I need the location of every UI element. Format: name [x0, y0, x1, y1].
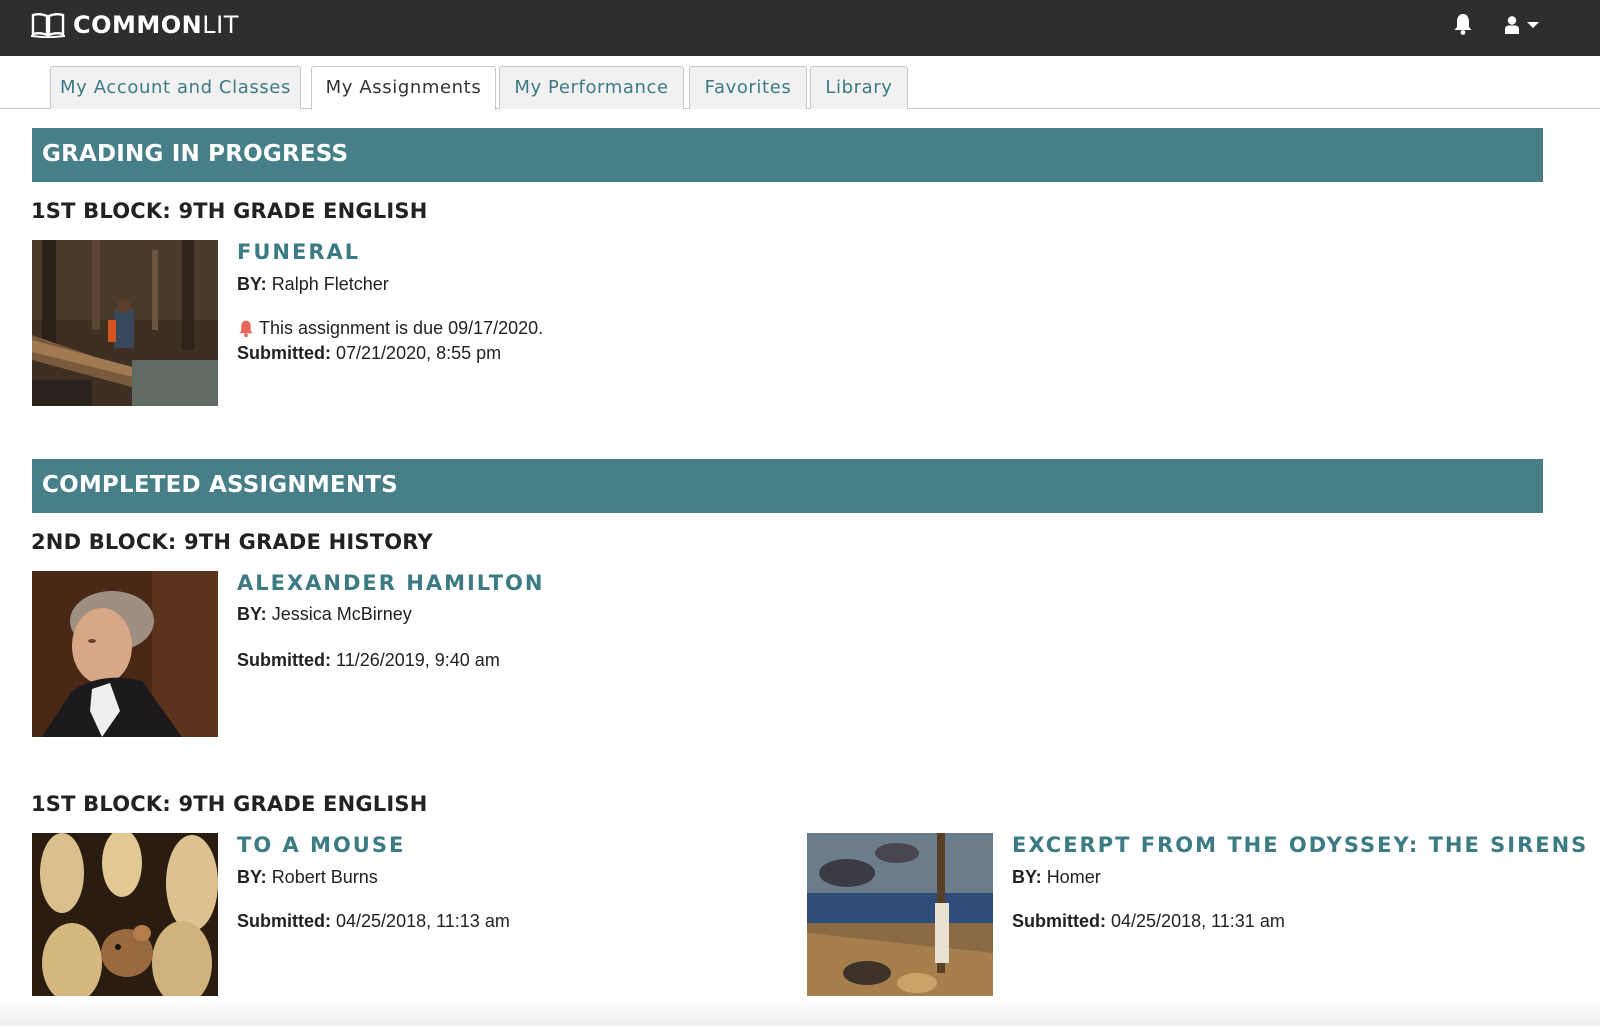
funeral-thumbnail-image[interactable] — [32, 240, 218, 406]
completed-assignments-header: COMPLETED ASSIGNMENTS — [32, 459, 1543, 513]
assignment-author: BY: Ralph Fletcher — [237, 274, 389, 294]
top-navigation-bar: COMMONLIT — [0, 0, 1600, 56]
commonlit-logo[interactable]: COMMONLIT — [31, 10, 239, 40]
due-bell-icon — [239, 320, 253, 338]
submitted-date: Submitted: 04/25/2018, 11:31 am — [1012, 911, 1285, 931]
due-date-notice: This assignment is due 09/17/2020. — [237, 318, 543, 339]
tab-library[interactable]: Library — [810, 66, 908, 109]
assignment-title-alexander-hamilton[interactable]: ALEXANDER HAMILTON — [237, 571, 544, 595]
hamilton-thumbnail-image[interactable] — [32, 571, 218, 737]
tab-my-assignments[interactable]: My Assignments — [311, 66, 496, 110]
to-a-mouse-thumbnail-image[interactable] — [32, 833, 218, 999]
user-icon — [1505, 16, 1519, 34]
assignment-author: BY: Robert Burns — [237, 867, 378, 887]
class-title: 1ST BLOCK: 9TH GRADE ENGLISH — [31, 792, 428, 816]
caret-down-icon — [1527, 22, 1539, 28]
open-book-icon — [31, 13, 65, 38]
submitted-date: Submitted: 11/26/2019, 9:40 am — [237, 650, 500, 670]
tab-my-account-and-classes[interactable]: My Account and Classes — [50, 66, 301, 109]
assignment-author: BY: Jessica McBirney — [237, 604, 412, 624]
grading-in-progress-header: GRADING IN PROGRESS — [32, 128, 1543, 182]
section-title: GRADING IN PROGRESS — [42, 141, 349, 167]
notifications-bell-icon[interactable] — [1452, 12, 1474, 36]
submitted-date: Submitted: 07/21/2020, 8:55 pm — [237, 343, 502, 363]
assignment-title-funeral[interactable]: FUNERAL — [237, 240, 360, 264]
page-bottom-fade — [0, 996, 1600, 1026]
user-menu-dropdown[interactable] — [1504, 12, 1548, 38]
assignment-title-odyssey-sirens[interactable]: EXCERPT FROM THE ODYSSEY: THE SIRENS — [1012, 833, 1588, 857]
odyssey-thumbnail-image[interactable] — [807, 833, 993, 999]
class-title: 2ND BLOCK: 9TH GRADE HISTORY — [31, 530, 433, 554]
tab-my-performance[interactable]: My Performance — [499, 66, 684, 109]
assignment-author: BY: Homer — [1012, 867, 1101, 887]
submitted-date: Submitted: 04/25/2018, 11:13 am — [237, 911, 510, 931]
tab-favorites[interactable]: Favorites — [689, 66, 807, 109]
section-title: COMPLETED ASSIGNMENTS — [42, 472, 398, 498]
tab-bar: My Account and Classes My Assignments My… — [0, 56, 1600, 110]
class-title: 1ST BLOCK: 9TH GRADE ENGLISH — [31, 199, 428, 223]
assignment-title-to-a-mouse[interactable]: TO A MOUSE — [237, 833, 405, 857]
logo-text: COMMONLIT — [73, 11, 239, 39]
